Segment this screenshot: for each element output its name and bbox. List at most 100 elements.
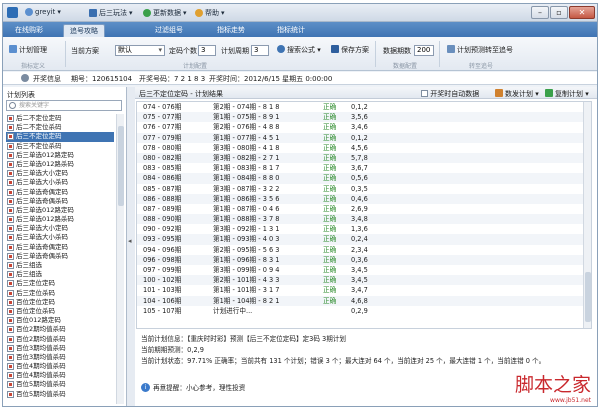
plan-list-item[interactable]: 后三不定位定码 [6,132,114,142]
plan-list-item[interactable]: 百位2期均值杀码 [6,325,114,334]
tab-chase-strategy[interactable]: 追号攻略 [63,24,105,37]
close-button[interactable]: ✕ [569,6,595,19]
plan-search-input[interactable]: 搜索关键字 [6,100,122,111]
watermark-logo-text: 脚本之家 [514,374,591,396]
plan-list-item[interactable]: 百位012路定码 [6,316,114,325]
table-row[interactable]: 077 - 079期 第1期 - 077期 - 4 5 1 正确 0,1,2 [137,132,591,143]
update-data-menu[interactable]: 更新数据 ▾ [143,8,187,18]
table-row[interactable]: 094 - 096期 第2期 - 095期 - 5 6 3 正确 2,3,4 [137,245,591,255]
row-plan: 第2期 - 101期 - 4 3 3 [213,276,280,285]
table-row[interactable]: 088 - 090期 第1期 - 088期 - 3 7 8 正确 3,4,8 [137,214,591,225]
user-menu[interactable]: greyit ▾ [25,8,61,16]
scroll-thumb[interactable] [585,272,591,322]
data-periods-input[interactable]: 200 [414,45,434,56]
row-numbers: 0,2,4 [351,235,368,244]
help-menu[interactable]: 帮助 ▾ [195,8,225,18]
table-row[interactable]: 083 - 085期 第1期 - 083期 - 8 1 7 正确 3,6,7 [137,163,591,173]
plan-list-scrollbar[interactable] [116,114,124,404]
plan-list-item[interactable]: 后三单选奇偶杀码 [6,197,114,206]
row-numbers: 3,4,5 [351,276,368,285]
table-row[interactable]: 093 - 095期 第1期 - 093期 - 4 0 3 正确 0,2,4 [137,234,591,245]
plan-list-item[interactable]: 百位3期均值杀码 [6,344,114,353]
search-formula-button[interactable]: 搜索公式 ▾ [277,45,321,55]
plan-list-item[interactable]: 后二不定位杀码 [6,123,114,132]
table-row[interactable]: 076 - 077期 第2期 - 076期 - 4 8 8 正确 3,4,6 [137,122,591,132]
save-plan-button[interactable]: 保存方案 [331,45,369,55]
refresh-icon[interactable] [21,74,29,82]
checkbox-box[interactable] [421,90,428,97]
tab-indicator-stats[interactable]: 指标统计 [271,24,311,37]
plan-list-item[interactable]: 后三单选奇偶定码 [6,243,114,252]
row-result: 正确 [323,143,337,152]
code-count-input[interactable]: 3 [198,45,216,56]
plan-manage-button[interactable]: 计划管理 [9,45,47,55]
plan-list-item[interactable]: 百位5期均值杀码 [6,380,114,389]
update-label: 更新数据 [153,9,181,17]
plan-list-item[interactable]: 百位定位定码 [6,298,114,307]
copy-plan-label: 复制计划 [555,90,583,98]
plan-list-item[interactable]: 百位4期均值杀码 [6,362,114,371]
table-row[interactable]: 090 - 092期 第3期 - 092期 - 1 3 1 正确 1,3,6 [137,224,591,234]
row-numbers: 0,3,6 [351,255,368,264]
plan-icon [7,234,14,242]
chevron-down-icon: ▾ [129,9,133,17]
table-row[interactable]: 105 - 107期 计划进行中... 0,2,9 [137,306,591,316]
plan-list-item[interactable]: 后三单选012路杀码 [6,160,114,169]
plan-list-item[interactable]: 后二不定位定码 [6,114,114,123]
plan-list-item-label: 后二不定位定码 [16,114,62,122]
tab-online-buy[interactable]: 在线购彩 [9,24,49,37]
panel-splitter[interactable]: ◂ [127,87,135,406]
predict-to-chase-button[interactable]: 计划预测转至追号 [447,45,513,55]
current-plan-select[interactable]: 默认 [115,45,165,56]
table-row[interactable]: 085 - 087期 第3期 - 087期 - 3 2 2 正确 0,3,5 [137,184,591,194]
maximize-button[interactable]: ▫ [550,6,568,19]
chase-plan-button[interactable]: 数发计划 ▾ [495,89,539,99]
table-row[interactable]: 097 - 099期 第3期 - 099期 - 0 9 4 正确 3,4,5 [137,265,591,275]
auto-chase-checkbox[interactable]: 开奖时自动数据 [421,89,479,99]
table-row[interactable]: 087 - 089期 第1期 - 087期 - 0 4 6 正确 2,6,9 [137,204,591,214]
table-row[interactable]: 078 - 080期 第3期 - 080期 - 4 1 8 正确 4,5,6 [137,143,591,153]
plan-list-item[interactable]: 后三单选012路定码 [6,206,114,215]
table-row[interactable]: 074 - 076期 第2期 - 074期 - 8 1 8 正确 0,1,2 [137,102,591,112]
plan-list-item[interactable]: 百位5期均值杀码 [6,390,114,399]
plan-list-item[interactable]: 后三定位杀码 [6,289,114,298]
plan-icon [7,252,14,260]
cycle-value: 3 [254,46,259,54]
table-row[interactable]: 100 - 102期 第2期 - 101期 - 4 3 3 正确 3,4,5 [137,275,591,286]
row-result: 正确 [323,204,337,213]
table-row[interactable]: 075 - 077期 第1期 - 075期 - 8 9 1 正确 3,5,6 [137,112,591,123]
result-scrollbar[interactable] [583,102,591,328]
plan-list-item[interactable]: 后三单选大小杀码 [6,178,114,187]
cycle-input[interactable]: 3 [251,45,269,56]
plan-list-item-label: 后三定位杀码 [16,288,55,297]
gameplay-menu[interactable]: 后三玩法 ▾ [89,8,133,18]
plan-list-item-label: 百位5期均值杀码 [16,380,66,389]
minimize-button[interactable]: – [531,6,549,19]
copy-plan-button[interactable]: 复制计划 ▾ [545,89,589,99]
tab-filter-group[interactable]: 过滤组号 [149,24,189,37]
plan-list-item[interactable]: 百位2期均值杀码 [6,335,114,344]
plan-list-item[interactable]: 后三定位定码 [6,279,114,288]
plan-list-item[interactable]: 后三单选奇偶定码 [6,188,114,197]
table-row[interactable]: 104 - 106期 第1期 - 104期 - 8 2 1 正确 4,6,8 [137,295,591,306]
plan-list-item[interactable]: 后三单选大小定码 [6,169,114,178]
plan-list-item[interactable]: 百位定位杀码 [6,307,114,316]
table-row[interactable]: 096 - 098期 第1期 - 096期 - 8 3 1 正确 0,3,6 [137,254,591,265]
search-icon [277,45,285,53]
plan-list-item[interactable]: 后三单选012路定码 [6,151,114,160]
plan-list-item[interactable]: 百位3期均值杀码 [6,353,114,362]
plan-list-title: 计划列表 [7,91,35,99]
table-row[interactable]: 080 - 082期 第3期 - 082期 - 2 7 1 正确 5,7,8 [137,152,591,164]
plan-list-item[interactable]: 后三单选012路杀码 [6,215,114,224]
plan-list-item[interactable]: 后三不定位杀码 [6,142,114,151]
collapse-arrow-icon[interactable]: ◂ [128,237,132,245]
plan-list-item[interactable]: 后三单选大小杀码 [6,233,114,242]
table-row[interactable]: 084 - 086期 第1期 - 084期 - 8 8 0 正确 0,5,6 [137,173,591,184]
table-row[interactable]: 101 - 103期 第1期 - 101期 - 3 1 7 正确 3,4,7 [137,285,591,295]
table-row[interactable]: 086 - 088期 第1期 - 086期 - 3 5 6 正确 0,4,6 [137,193,591,204]
plan-list-item[interactable]: 后三组选 [6,261,114,270]
plan-list-item[interactable]: 后三单选奇偶杀码 [6,252,114,261]
scroll-thumb[interactable] [118,126,124,206]
plan-list-item[interactable]: 后三组选 [6,270,114,279]
tab-indicator-trend[interactable]: 指标走势 [211,24,251,37]
